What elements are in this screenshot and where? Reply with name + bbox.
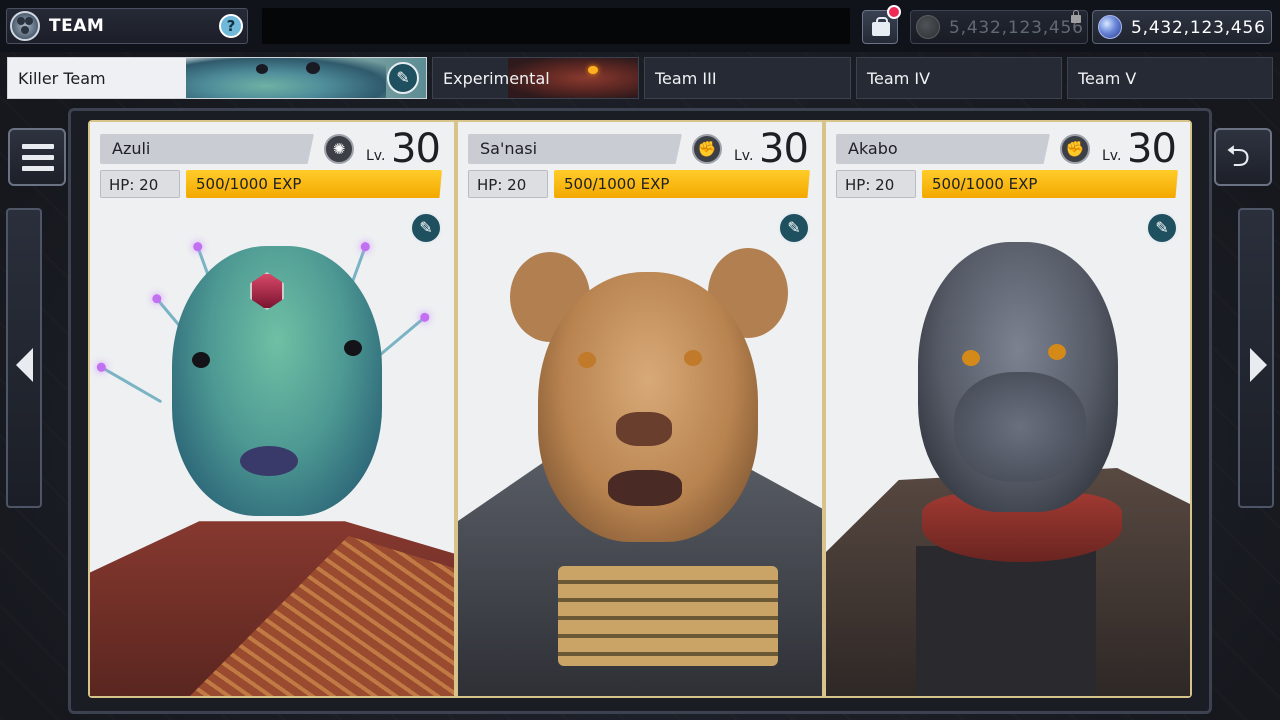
character-portrait [90,202,454,696]
hp-box: HP: 20 [468,170,548,198]
character-cards: Azuli ✺ Lv. 30 HP: 20 500/1000 EXP ✎ Sa'… [88,120,1192,698]
fist-icon: ✊ [1060,134,1090,164]
character-card[interactable]: Akabo ✊ Lv. 30 HP: 20 500/1000 EXP ✎ [826,122,1190,696]
character-name-box: Akabo [836,134,1050,164]
tab-label: Team III [655,69,717,88]
gem-currency-amount: 5,432,123,456 [1131,18,1266,38]
character-portrait [458,202,822,696]
team-title-panel: TEAM ? [6,8,248,44]
hp-value: HP: 20 [109,176,159,194]
exp-bar: 500/1000 EXP [922,170,1178,198]
edit-character-icon[interactable]: ✎ [1146,212,1178,244]
planet-gem-icon [1098,15,1122,39]
shield-emblem-icon: ✺ [324,134,354,164]
lock-icon [1071,10,1081,23]
character-card[interactable]: Sa'nasi ✊ Lv. 30 HP: 20 500/1000 EXP ✎ [458,122,822,696]
tab-label: Team V [1078,69,1137,88]
back-button[interactable]: ⮌ [1214,128,1272,186]
next-page-button[interactable] [1238,208,1274,508]
character-card[interactable]: Azuli ✺ Lv. 30 HP: 20 500/1000 EXP ✎ [90,122,454,696]
hp-value: HP: 20 [477,176,527,194]
hp-box: HP: 20 [100,170,180,198]
level-value: 30 [1127,126,1177,172]
character-name: Azuli [112,139,151,158]
tab-killer-team[interactable]: Killer Team ✎ [7,57,427,99]
shop-button[interactable] [862,5,901,44]
tab-label: Team IV [867,69,931,88]
locked-currency-display: 5,432,123,456 [910,10,1088,44]
shopping-bag-icon [872,17,890,36]
coin-icon [916,15,940,39]
edit-character-icon[interactable]: ✎ [778,212,810,244]
team-logo-icon [10,11,40,41]
message-bar [262,8,850,44]
page-title: TEAM [49,16,105,36]
tab-portrait-art [186,58,386,98]
character-name: Sa'nasi [480,139,538,158]
level-value: 30 [759,126,809,172]
level-prefix: Lv. [734,148,754,164]
rename-team-edit-icon[interactable]: ✎ [387,62,419,94]
exp-value: 500/1000 EXP [564,175,670,193]
fist-icon: ✊ [692,134,722,164]
locked-currency-amount: 5,432,123,456 [949,18,1084,38]
back-arrow-icon: ⮌ [1226,139,1251,174]
level-prefix: Lv. [1102,148,1122,164]
level-prefix: Lv. [366,148,386,164]
help-icon[interactable]: ? [219,14,243,38]
tab-team-iv[interactable]: Team IV [856,57,1062,99]
tab-label: Killer Team [18,69,106,88]
gem-currency-display[interactable]: 5,432,123,456 [1092,10,1272,44]
hp-box: HP: 20 [836,170,916,198]
exp-bar: 500/1000 EXP [186,170,442,198]
tab-team-v[interactable]: Team V [1067,57,1273,99]
previous-page-button[interactable] [6,208,42,508]
level-value: 30 [391,126,441,172]
top-bar: TEAM ? 5,432,123,456 5,432,123,456 [0,0,1280,52]
notification-badge [887,5,901,19]
tab-team-iii[interactable]: Team III [644,57,851,99]
character-name-box: Azuli [100,134,314,164]
character-name-box: Sa'nasi [468,134,682,164]
exp-value: 500/1000 EXP [196,175,302,193]
exp-value: 500/1000 EXP [932,175,1038,193]
tab-experimental[interactable]: Experimental [432,57,639,99]
edit-character-icon[interactable]: ✎ [410,212,442,244]
hp-value: HP: 20 [845,176,895,194]
tab-label: Experimental [443,69,550,88]
menu-button[interactable] [8,128,66,186]
chevron-left-icon [16,348,33,382]
character-name: Akabo [848,139,898,158]
exp-bar: 500/1000 EXP [554,170,810,198]
chevron-right-icon [1250,348,1267,382]
character-portrait [826,202,1190,696]
